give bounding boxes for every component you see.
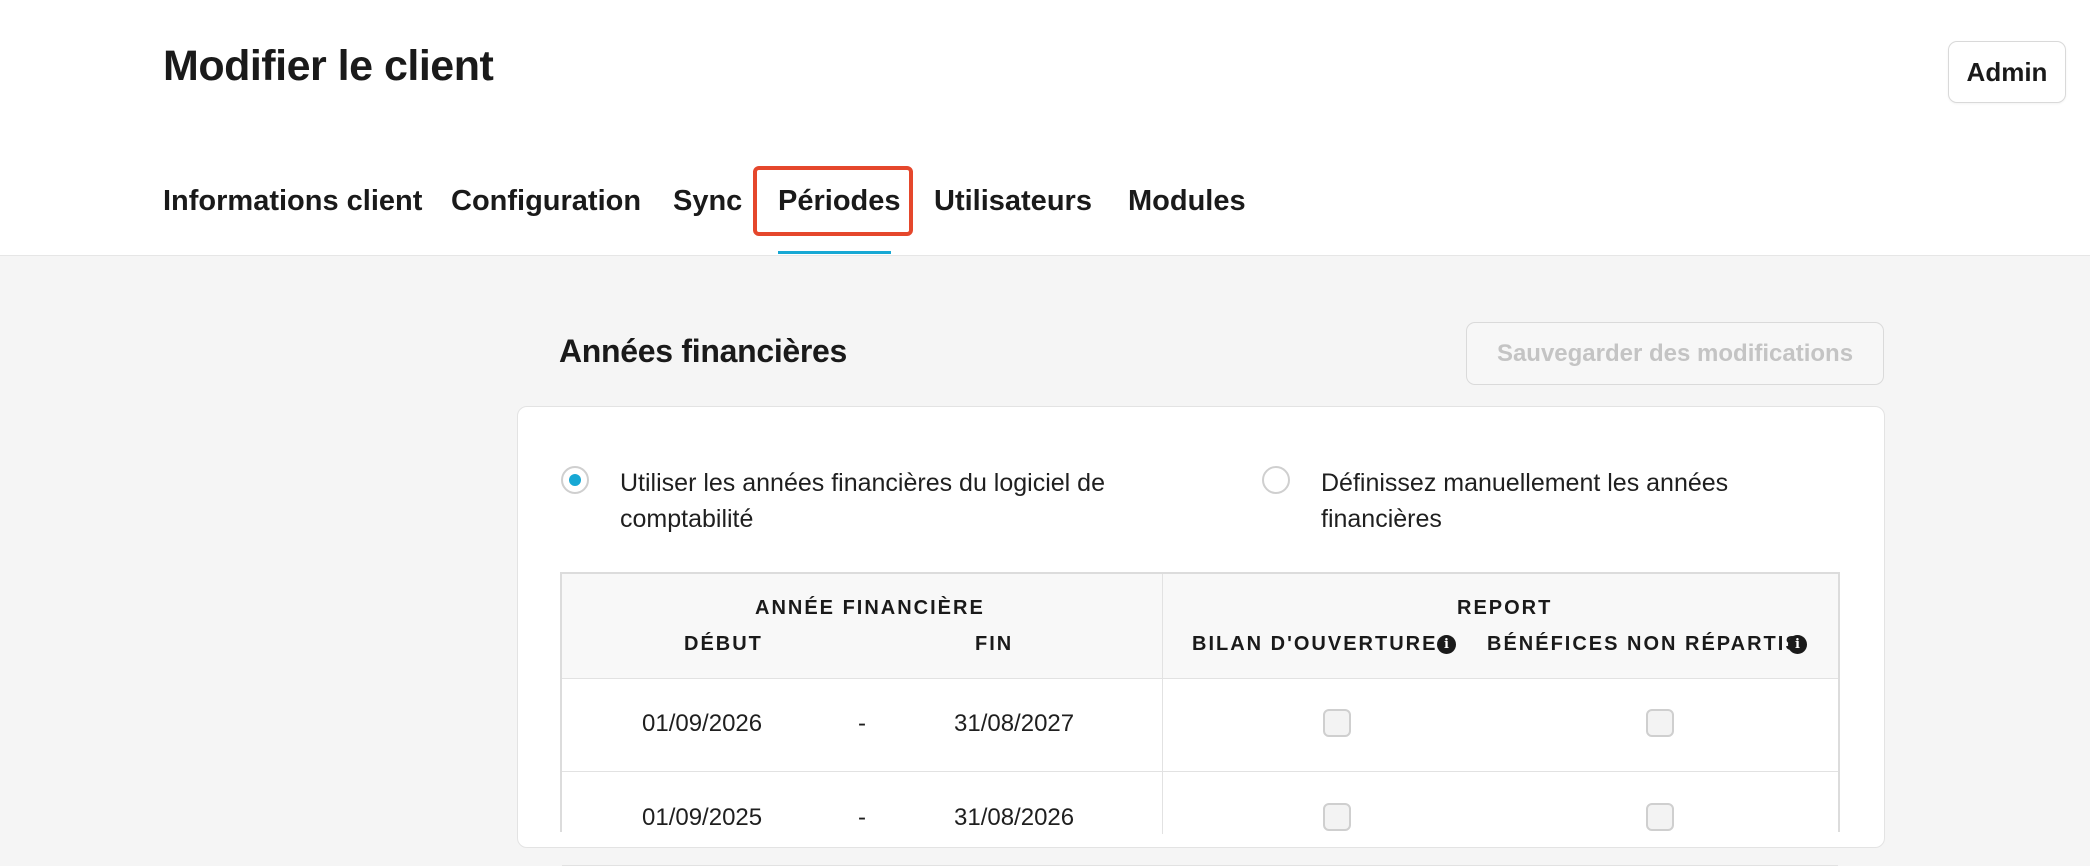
opening-balance-checkbox[interactable]: [1323, 803, 1351, 831]
page-header: Modifier le client Admin: [0, 0, 2090, 148]
header-report: REPORT: [1457, 597, 1553, 619]
info-icon[interactable]: i: [1437, 635, 1456, 654]
tab-utilisateurs[interactable]: Utilisateurs: [934, 185, 1092, 218]
header-financial-year: ANNÉE FINANCIÈRE: [755, 597, 985, 619]
tab-informations-client[interactable]: Informations client: [163, 185, 422, 218]
tab-sync[interactable]: Sync: [673, 185, 742, 218]
table-header: ANNÉE FINANCIÈRE DÉBUT FIN REPORT BILAN …: [562, 574, 1838, 679]
retained-earnings-checkbox[interactable]: [1646, 709, 1674, 737]
radio-manual-years-label[interactable]: Définissez manuellement les années finan…: [1321, 465, 1728, 537]
tab-modules[interactable]: Modules: [1128, 185, 1246, 218]
info-icon[interactable]: i: [1788, 635, 1807, 654]
row-end-date: 31/08/2027: [954, 710, 1075, 737]
header-start: DÉBUT: [684, 633, 763, 655]
table-row: 01/09/2026 - 31/08/2027: [562, 678, 1838, 772]
header-opening-balance: BILAN D'OUVERTURE: [1192, 633, 1438, 655]
active-tab-indicator: [778, 251, 891, 254]
financial-years-table: ANNÉE FINANCIÈRE DÉBUT FIN REPORT BILAN …: [560, 572, 1840, 866]
page-title: Modifier le client: [163, 42, 494, 90]
tab-highlight-frame: [753, 166, 913, 236]
radio-manual-years[interactable]: [1262, 466, 1290, 494]
tab-bar: Informations client Configuration Sync P…: [0, 147, 2090, 256]
save-changes-button[interactable]: Sauvegarder des modifications: [1466, 322, 1884, 385]
opening-balance-checkbox[interactable]: [1323, 709, 1351, 737]
table-row: 01/09/2025 - 31/08/2026: [562, 772, 1838, 866]
retained-earnings-checkbox[interactable]: [1646, 803, 1674, 831]
admin-button[interactable]: Admin: [1948, 41, 2066, 103]
row-start-date: 01/09/2026: [642, 710, 763, 737]
column-divider: [1162, 574, 1163, 834]
radio-use-software-years-label[interactable]: Utiliser les années financières du logic…: [620, 465, 1105, 537]
radio-use-software-years[interactable]: [561, 466, 589, 494]
header-retained-earnings: BÉNÉFICES NON RÉPARTIS: [1487, 633, 1801, 655]
tab-configuration[interactable]: Configuration: [451, 185, 641, 218]
header-end: FIN: [975, 633, 1014, 655]
section-title: Années financières: [559, 333, 848, 369]
row-separator: -: [858, 710, 866, 737]
